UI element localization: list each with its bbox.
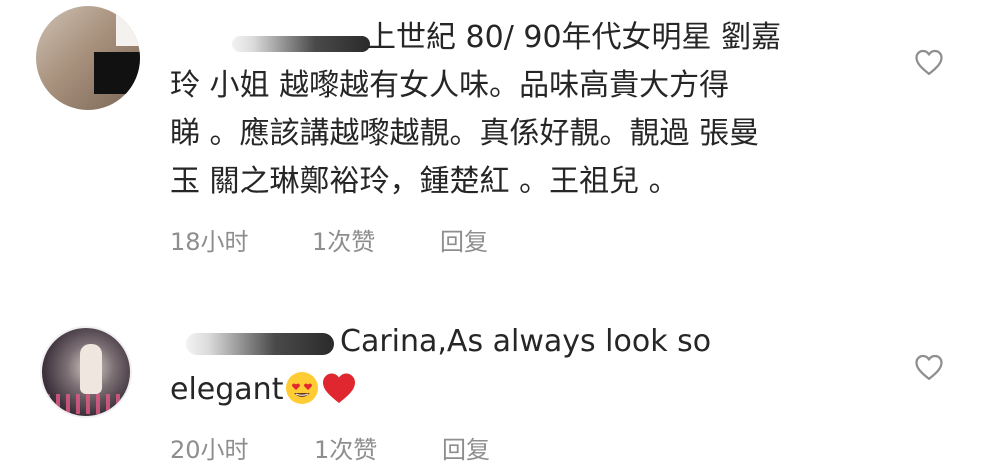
- comment-timestamp: 20小时: [170, 436, 249, 464]
- like-count-button[interactable]: 1次赞: [314, 430, 377, 465]
- redacted-username: [232, 36, 370, 52]
- heart-eyes-emoji: [286, 372, 319, 404]
- redacted-username: [186, 333, 334, 355]
- comment-text-line: 上世紀 80/ 90年代女明星 劉嘉: [366, 20, 782, 55]
- heart-outline-icon[interactable]: [914, 48, 944, 76]
- comment-text-line-with-emoji: elegant: [170, 366, 357, 414]
- comment-timestamp: 18小时: [170, 228, 249, 256]
- red-heart-emoji: [323, 373, 356, 403]
- comment-text-line: 玉 關之琳鄭裕玲，鍾楚紅 。王祖兒 。: [170, 164, 679, 199]
- like-count-button[interactable]: 1次赞: [312, 222, 375, 257]
- comment-text-line: 睇 。應該講越嚟越靚。真係好靚。靚過 張曼: [170, 116, 760, 151]
- comment-item: Carina,As always look so elegant 20小时 1次…: [0, 300, 1000, 466]
- reply-button[interactable]: 回复: [440, 222, 488, 257]
- comment-item: 上世紀 80/ 90年代女明星 劉嘉 玲 小姐 越嚟越有女人味。品味高貴大方得 …: [0, 0, 1000, 270]
- heart-outline-icon[interactable]: [914, 353, 944, 381]
- comment-text-line: Carina,As always look so: [340, 324, 712, 359]
- comment-text-line: 玲 小姐 越嚟越有女人味。品味高貴大方得: [170, 68, 730, 103]
- reply-button[interactable]: 回复: [442, 430, 490, 465]
- avatar[interactable]: [40, 326, 132, 418]
- avatar[interactable]: [36, 6, 140, 110]
- comment-text: elegant: [170, 372, 284, 407]
